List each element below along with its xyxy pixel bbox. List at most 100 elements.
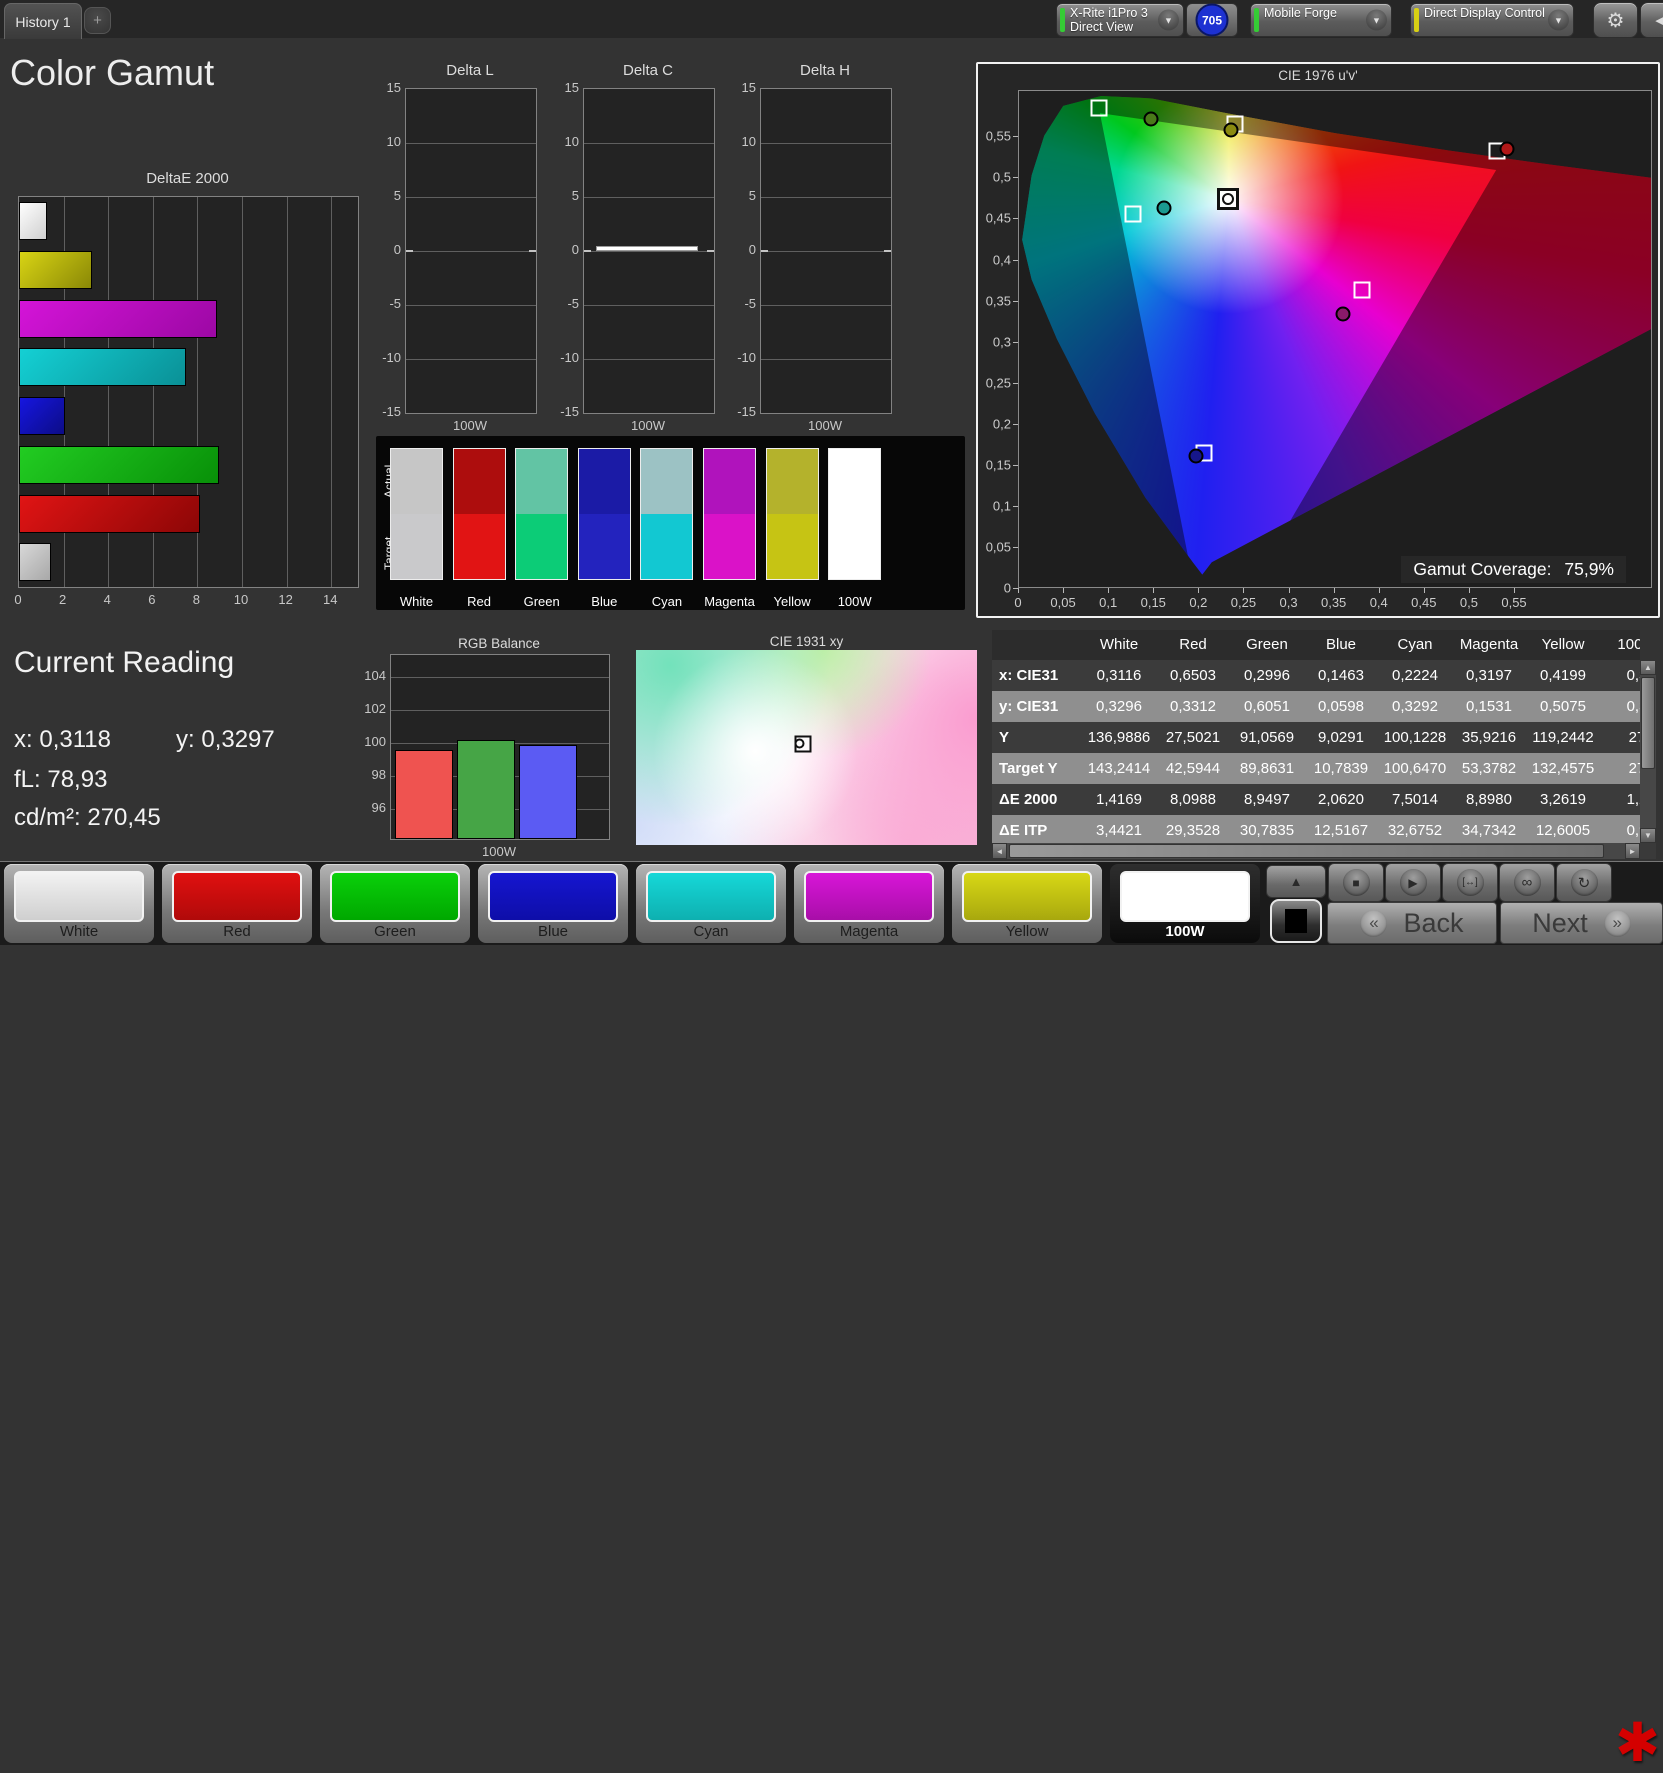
meter-line2: Direct View [1070,20,1133,34]
swatch-column-100w: 100W [828,448,881,580]
vscroll-thumb[interactable] [1641,677,1655,769]
swatch-stack [766,448,819,580]
continuous-button[interactable]: ∞ [1499,863,1555,902]
table-cell: 34,7342 [1452,815,1526,843]
meter-dropdown[interactable]: X-Rite i1Pro 3 Direct View ▼ [1056,3,1184,37]
swatch-column-red: Red [453,448,506,580]
scroll-up-button[interactable]: ▲ [1640,660,1656,675]
deltae-x-tick-label: 14 [323,592,337,607]
table-cell: 35,9216 [1452,722,1526,753]
deltae-2000-chart: DeltaE 2000 02468101214 [0,170,380,615]
meter-count-button[interactable]: 705 [1186,3,1238,37]
x-tick [1018,588,1019,593]
rgb-balance-y-axis: 1041021009896 [352,654,386,838]
swatch-stack [453,448,506,580]
refresh-icon: ↻ [1571,869,1598,896]
table-vscrollbar[interactable]: ▲ ▼ [1640,660,1656,843]
delta-gridline [761,305,891,306]
y-tick-label: 0,55 [986,129,1011,144]
scroll-right-button[interactable]: ► [1625,843,1640,859]
bank-tile-red[interactable]: Red [162,864,312,943]
deltae-bar-white [19,543,51,581]
back-button-label: Back [1403,908,1463,939]
actual-swatch [829,449,880,514]
delta-y-tick-label: -15 [375,404,401,419]
y-tick-label: 0,15 [986,457,1011,472]
deltae-chart-title: DeltaE 2000 [18,170,357,187]
x-tick [1153,588,1154,593]
table-cell: 8,9497 [1230,784,1304,815]
delta-y-tick-label: -10 [553,350,579,365]
cie-1931-title: CIE 1931 xy [636,634,977,649]
delta-gridline [761,197,891,198]
actual-swatch [516,449,567,514]
actual-target-swatch-panel: Actual Target WhiteRedGreenBlueCyanMagen… [376,436,965,610]
table-header-cell: Magenta [1452,630,1526,660]
deltae-x-tick-label: 6 [148,592,155,607]
current-reading-y: y: 0,3297 [176,726,275,754]
bank-tile-yellow[interactable]: Yellow [952,864,1102,943]
bank-up-button[interactable]: ▲ [1266,865,1326,898]
bank-swatch [646,871,776,922]
table-row-label: ΔE 2000 [992,784,1082,815]
pattern-window-button[interactable] [1270,899,1322,943]
tab-history-1[interactable]: History 1 [4,3,82,39]
source-dropdown[interactable]: Mobile Forge ▼ [1250,3,1392,37]
x-tick [1379,588,1380,593]
stop-button[interactable]: ■ [1328,863,1384,902]
scrollbar-corner [1640,843,1656,859]
table-row: Target Y143,241442,594489,863110,7839100… [992,753,1640,784]
rgb-bar-green [457,740,515,839]
add-tab-button[interactable]: + [84,7,111,34]
bank-tile-magenta[interactable]: Magenta [794,864,944,943]
rgb-gridline [391,677,609,678]
rgb-balance-plot-area [390,654,610,840]
table-cell: 0,3296 [1082,691,1156,722]
zero-tick [529,250,536,252]
scroll-down-button[interactable]: ▼ [1640,828,1656,843]
bank-swatch [14,871,144,922]
delta-h-chart: Delta H151050-5-10-15100W [730,62,890,432]
hscroll-thumb[interactable] [1009,844,1604,858]
delta-gridline [406,305,536,306]
meter-line1: X-Rite i1Pro 3 [1070,6,1148,20]
x-tick-label: 0,4 [1370,595,1388,610]
refresh-button[interactable]: ↻ [1556,863,1612,902]
delta-gridline [406,143,536,144]
alert-asterisk-icon: ✱ [1612,1720,1663,1766]
y-tick-label: 0,25 [986,375,1011,390]
swatch-stack [703,448,756,580]
deltae-bar-cyan [19,348,186,386]
table-cell: 3,4421 [1082,815,1156,843]
y-tick-label: 0,35 [986,293,1011,308]
display-control-dropdown[interactable]: Direct Display Control ▼ [1410,3,1574,37]
bank-tile-100w[interactable]: 100W [1110,864,1260,943]
collapse-panel-button[interactable]: ◀ [1640,2,1663,38]
pattern-size-button[interactable]: [↔] [1442,863,1498,902]
swatch-column-yellow: Yellow [766,448,819,580]
top-bar: History 1 + X-Rite i1Pro 3 Direct View ▼… [0,0,1663,38]
bank-tile-blue[interactable]: Blue [478,864,628,943]
back-button[interactable]: « Back [1327,902,1497,944]
deltae-x-tick-label: 4 [104,592,111,607]
scroll-left-button[interactable]: ◄ [992,843,1007,859]
table-cell: 8,0988 [1156,784,1230,815]
play-button[interactable]: ▶ [1385,863,1441,902]
bank-tile-green[interactable]: Green [320,864,470,943]
next-button[interactable]: Next » [1500,902,1663,944]
table-cell: 0,1531 [1452,691,1526,722]
bank-tile-cyan[interactable]: Cyan [636,864,786,943]
bank-tile-white[interactable]: White [4,864,154,943]
page-title: Color Gamut [10,52,214,94]
bank-swatch [172,871,302,922]
deltae-x-tick-label: 12 [278,592,292,607]
target-swatch [579,514,630,579]
table-header-cell: Yellow [1526,630,1600,660]
y-tick-label: 0,05 [986,539,1011,554]
table-hscrollbar[interactable]: ◄ ► [992,843,1640,859]
rgb-y-tick-label: 102 [364,701,386,716]
delta-y-tick-label: -15 [553,404,579,419]
chevron-down-icon: ▼ [1548,10,1569,31]
settings-button[interactable]: ⚙ [1593,2,1638,38]
rgb-bar-blue [519,745,577,839]
